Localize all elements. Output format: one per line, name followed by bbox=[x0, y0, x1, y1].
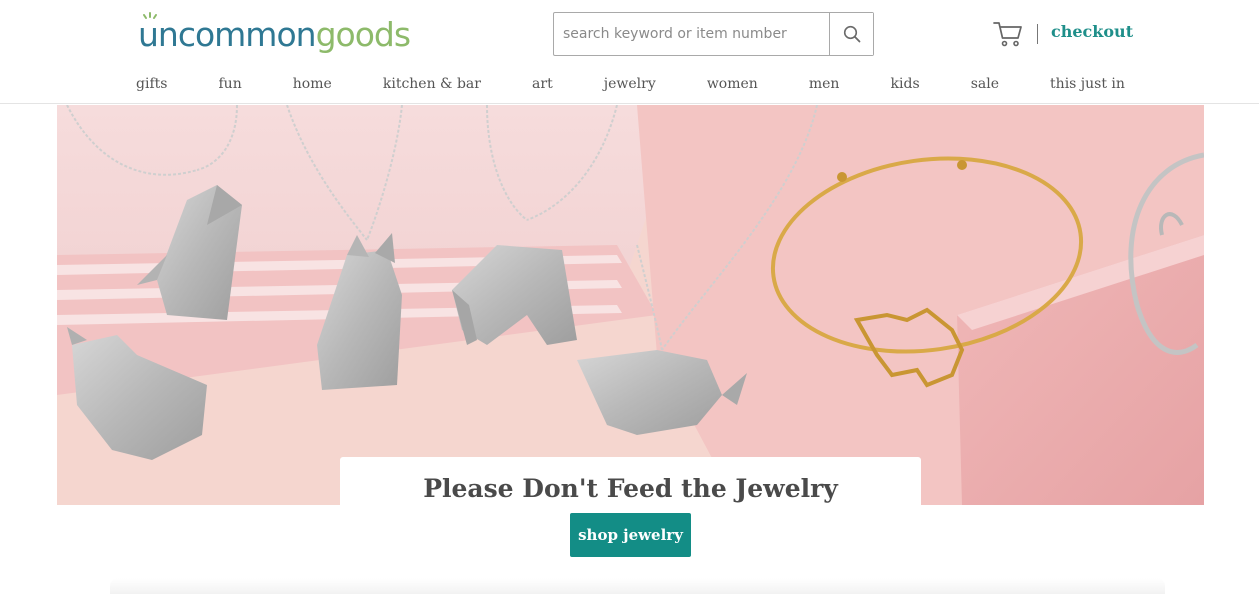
content-card-shadow bbox=[110, 578, 1165, 594]
cart-icon bbox=[993, 22, 1022, 47]
search-button[interactable] bbox=[829, 13, 873, 55]
checkout-link[interactable]: checkout bbox=[1051, 22, 1133, 41]
nav-item-this-just-in[interactable]: this just in bbox=[1050, 76, 1125, 96]
nav-item-women[interactable]: women bbox=[707, 76, 758, 96]
hero-banner[interactable] bbox=[57, 105, 1204, 505]
logo-text-uncommon: uncommon bbox=[138, 14, 317, 54]
hero-caption-box: Please Don't Feed the Jewelry bbox=[340, 457, 921, 505]
cart-button[interactable] bbox=[993, 19, 1023, 49]
search-box bbox=[553, 12, 874, 56]
nav-item-jewelry[interactable]: jewelry bbox=[604, 76, 656, 96]
nav-item-home[interactable]: home bbox=[293, 76, 332, 96]
logo-text-goods: goods bbox=[315, 14, 411, 54]
nav-item-sale[interactable]: sale bbox=[971, 76, 999, 96]
site-header: uncommongoods checkout gifts fun home ki… bbox=[0, 0, 1259, 104]
main-nav: gifts fun home kitchen & bar art jewelry… bbox=[136, 76, 1125, 96]
nav-item-kitchen-bar[interactable]: kitchen & bar bbox=[383, 76, 481, 96]
header-divider bbox=[1037, 24, 1038, 44]
hero-caption: Please Don't Feed the Jewelry bbox=[423, 474, 838, 503]
site-logo[interactable]: uncommon goods bbox=[138, 12, 411, 56]
nav-item-fun[interactable]: fun bbox=[219, 76, 242, 96]
nav-item-gifts[interactable]: gifts bbox=[136, 76, 167, 96]
nav-item-art[interactable]: art bbox=[532, 76, 553, 96]
hero-image bbox=[57, 105, 1204, 505]
search-input[interactable] bbox=[554, 13, 829, 55]
nav-item-men[interactable]: men bbox=[809, 76, 840, 96]
shop-jewelry-button[interactable]: shop jewelry bbox=[570, 513, 691, 557]
logo-spark-icon bbox=[143, 12, 157, 19]
nav-item-kids[interactable]: kids bbox=[891, 76, 920, 96]
search-icon bbox=[843, 25, 860, 43]
